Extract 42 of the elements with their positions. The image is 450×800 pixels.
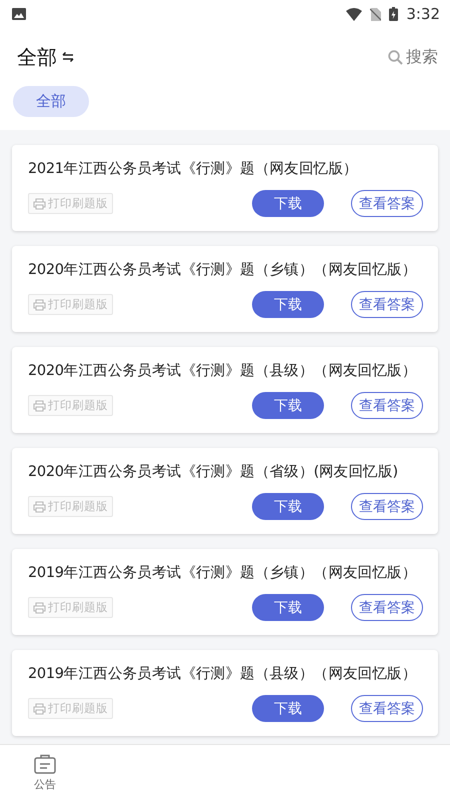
printer-icon	[33, 400, 46, 412]
paper-title: 2020年江西公务员考试《行测》题（县级）（网友回忆版）	[28, 362, 418, 380]
search-icon	[388, 50, 403, 64]
download-button[interactable]: 下载	[252, 392, 324, 419]
search-button[interactable]: 搜索	[388, 46, 438, 68]
download-button[interactable]: 下载	[252, 695, 324, 722]
swap-icon[interactable]	[62, 52, 74, 62]
paper-title: 2019年江西公务员考试《行测》题（县级）（网友回忆版）	[28, 665, 418, 683]
nav-tab[interactable]: 公告	[0, 745, 90, 800]
view-answer-button[interactable]: 查看答案	[351, 291, 423, 318]
view-answer-button[interactable]: 查看答案	[351, 695, 423, 722]
battery-charging-icon	[389, 7, 398, 21]
image-icon	[12, 8, 26, 20]
view-answer-button[interactable]: 查看答案	[351, 392, 423, 419]
paper-card[interactable]: 2019年江西公务员考试《行测》题（县级）（网友回忆版） 打印刷题版 下载 查看答案	[12, 650, 438, 736]
printer-icon	[33, 500, 46, 512]
printer-icon	[33, 602, 46, 614]
download-button[interactable]: 下载	[252, 291, 324, 318]
page-title: 全部	[17, 44, 57, 70]
printer-icon	[33, 702, 46, 714]
paper-title: 2020年江西公务员考试《行测》题（省级）(网友回忆版)	[28, 463, 399, 481]
no-sim-icon	[370, 8, 382, 20]
paper-card[interactable]: 2019年江西公务员考试《行测》题（乡镇）（网友回忆版） 打印刷题版 下载 查看答案	[12, 549, 438, 635]
paper-card[interactable]: 2020年江西公务员考试《行测》题（乡镇）（网友回忆版） 打印刷题版 下载 查看答案	[12, 246, 438, 332]
view-answer-button[interactable]: 查看答案	[351, 190, 423, 217]
paper-title: 2021年江西公务员考试《行测》题（网友回忆版）	[28, 160, 359, 178]
status-time: 3:32	[406, 5, 440, 23]
paper-title: 2020年江西公务员考试《行测》题（乡镇）（网友回忆版）	[28, 261, 418, 279]
printer-icon	[33, 198, 46, 210]
view-answer-button[interactable]: 查看答案	[351, 594, 423, 621]
briefcase-icon	[34, 754, 56, 774]
printer-icon	[33, 298, 46, 310]
paper-card[interactable]: 2020年江西公务员考试《行测》题（县级）（网友回忆版） 打印刷题版 下载 查看答案	[12, 347, 438, 433]
view-answer-button[interactable]: 查看答案	[351, 493, 423, 520]
paper-title: 2019年江西公务员考试《行测》题（乡镇）（网友回忆版）	[28, 564, 418, 582]
filter-chip[interactable]: 全部	[13, 86, 89, 117]
download-button[interactable]: 下载	[252, 190, 324, 217]
paper-card[interactable]: 2020年江西公务员考试《行测》题（省级）(网友回忆版) 打印刷题版 下载 查看答案	[12, 448, 438, 534]
wifi-icon	[346, 8, 362, 20]
download-button[interactable]: 下载	[252, 594, 324, 621]
paper-card[interactable]: 2021年江西公务员考试《行测》题（网友回忆版） 打印刷题版 下载 查看答案	[12, 145, 438, 231]
download-button[interactable]: 下载	[252, 493, 324, 520]
